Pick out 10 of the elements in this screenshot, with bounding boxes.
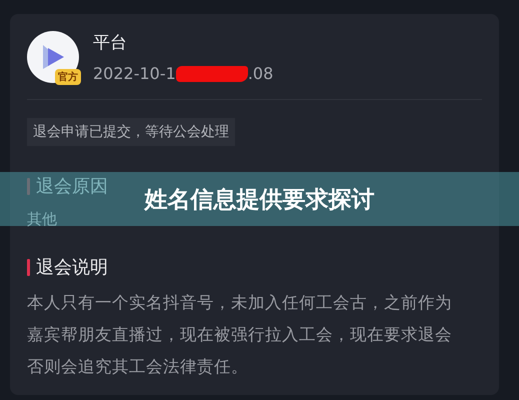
sender-name: 平台: [93, 32, 128, 54]
status-tag: 退会申请已提交，等待公会处理: [27, 118, 235, 146]
section-heading: 退会说明: [36, 256, 108, 279]
date-text: 2022-10-1: [93, 64, 176, 83]
explanation-paragraph: 本人只有一个实名抖音号，未加入任何工会古，之前作为嘉宾帮朋友直播过，现在被强行拉入工会，现在要求退会否则会追究其工会法律责任。: [27, 292, 453, 378]
section-heading: 退会原因: [36, 175, 108, 198]
date-text: .08: [248, 64, 274, 83]
reason-text: 其他: [27, 210, 58, 229]
play-logo-icon: [40, 43, 66, 71]
official-badge: 官方: [55, 69, 81, 85]
